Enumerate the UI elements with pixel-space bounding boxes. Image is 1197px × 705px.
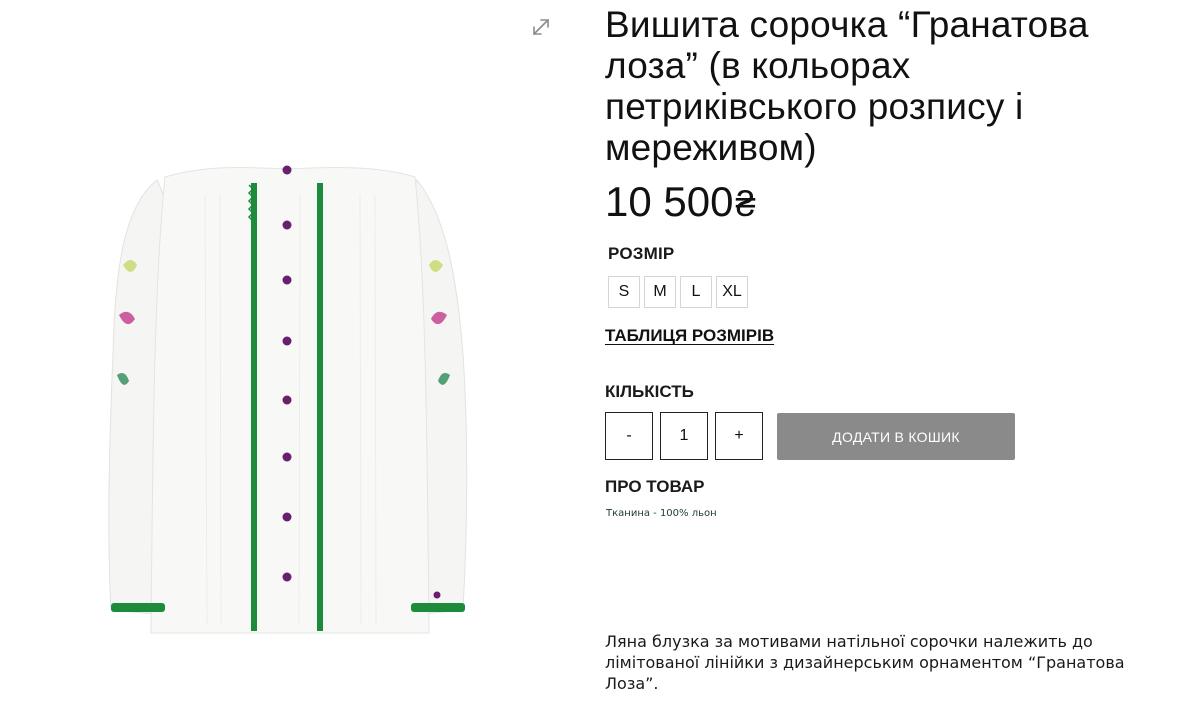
product-description: Ляна блузка за мотивами натільної сорочк… [605, 632, 1125, 693]
quantity-minus-button[interactable]: - [605, 412, 653, 460]
product-title: Вишита сорочка “Гранатова лоза” (в кольо… [605, 4, 1089, 168]
size-option-m[interactable]: M [644, 276, 676, 308]
quantity-label: КІЛЬКІСТЬ [605, 382, 694, 401]
size-option-l[interactable]: L [680, 276, 712, 308]
product-image [108, 165, 468, 634]
add-to-cart-button[interactable]: ДОДАТИ В КОШИК [777, 413, 1015, 460]
expand-icon[interactable] [530, 16, 552, 38]
size-option-xl[interactable]: XL [716, 276, 748, 308]
size-options: S M L XL [608, 276, 748, 308]
product-price: 10 500₴ [605, 178, 756, 228]
price-value: 10 500 [605, 178, 734, 225]
about-product-label: ПРО ТОВАР [605, 477, 705, 496]
quantity-stepper: - 1 + [605, 412, 763, 460]
size-label: РОЗМІР [608, 244, 675, 263]
quantity-input[interactable]: 1 [660, 412, 708, 460]
quantity-plus-button[interactable]: + [715, 412, 763, 460]
size-option-s[interactable]: S [608, 276, 640, 308]
currency-symbol: ₴ [735, 183, 756, 224]
fabric-info: Тканина - 100% льон [606, 508, 717, 519]
size-table-link[interactable]: ТАБЛИЦЯ РОЗМІРІВ [605, 326, 774, 346]
